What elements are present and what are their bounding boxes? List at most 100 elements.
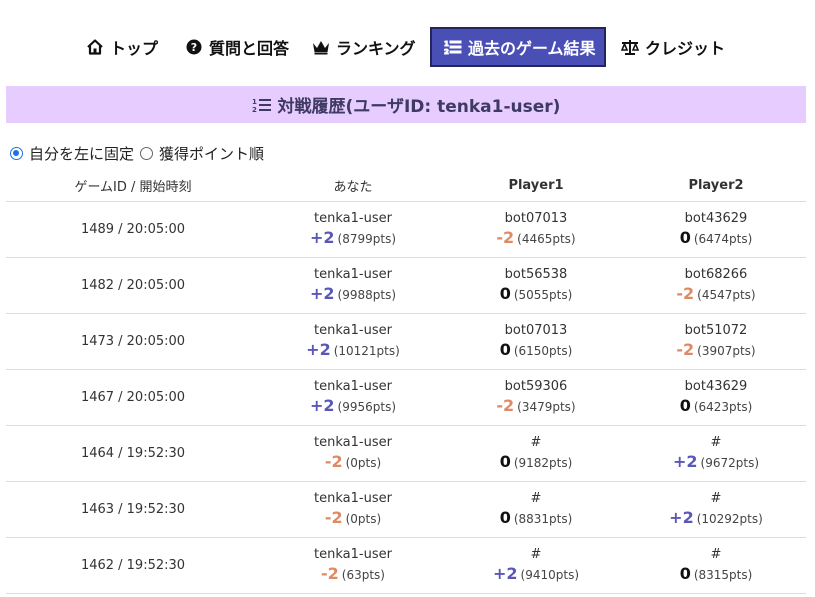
nav-item-top[interactable]: トップ	[86, 27, 158, 67]
cell-you: tenka1-user +2 (9988pts)	[260, 266, 446, 305]
score-line: +2 (9988pts)	[310, 284, 396, 305]
cell-player2: #0 (8315pts)	[626, 546, 806, 585]
player-name[interactable]: bot07013	[505, 210, 568, 228]
question-circle-icon: ?	[185, 38, 203, 56]
score-value: +2	[492, 564, 518, 583]
cell-player2: bot51072 -2 (3907pts)	[626, 322, 806, 361]
score-value: +2	[672, 452, 698, 471]
points-value: (63pts)	[341, 568, 385, 582]
score-line: 0 (8831pts)	[500, 508, 573, 529]
points-value: (6150pts)	[513, 344, 573, 358]
crown-icon	[312, 38, 330, 56]
nav-item-faq[interactable]: ? 質問と回答	[185, 27, 289, 67]
nav-item-label: ランキング	[336, 39, 416, 58]
player-name[interactable]: bot07013	[505, 322, 568, 340]
table-row: 1473 / 20:05:00 tenka1-user +2 (10121pts) bo…	[6, 314, 806, 370]
radio-label: 自分を左に固定	[29, 144, 135, 163]
points-value: (9988pts)	[337, 288, 397, 302]
game-id-time: 1462 / 19:52:30	[80, 558, 186, 573]
cell-you: tenka1-user +2 (8799pts)	[260, 210, 446, 249]
score-line: -2 (0pts)	[325, 452, 381, 473]
player-name[interactable]: bot59306	[505, 378, 568, 396]
score-line: -2 (3907pts)	[676, 340, 755, 361]
table-row: 1462 / 19:52:30 tenka1-user -2 (63pts) # +2 (9…	[6, 538, 806, 594]
score-line: +2 (9410pts)	[493, 564, 579, 585]
score-value: 0	[679, 564, 691, 583]
player-name: tenka1-user	[314, 491, 392, 506]
player-name[interactable]: #	[711, 546, 722, 564]
player-name[interactable]: #	[531, 434, 542, 452]
score-line: +2 (10292pts)	[669, 508, 763, 529]
player-name[interactable]: #	[711, 490, 722, 508]
score-value: -2	[676, 340, 695, 359]
score-value: -2	[321, 564, 339, 583]
points-value: (4547pts)	[697, 288, 756, 302]
ordered-list-icon: 12	[444, 38, 462, 56]
cell-you: tenka1-user +2 (9956pts)	[260, 378, 446, 417]
radio-selected-icon	[10, 146, 23, 160]
radio-unselected-icon	[140, 146, 154, 160]
nav-item-credit[interactable]: クレジット	[621, 27, 725, 67]
score-value: +2	[309, 284, 335, 303]
player-name[interactable]: #	[711, 434, 722, 452]
player-name: tenka1-user	[314, 211, 392, 226]
player-name[interactable]: #	[531, 490, 542, 508]
points-value: (10121pts)	[333, 344, 400, 358]
points-value: (5055pts)	[513, 288, 573, 302]
score-line: +2 (8799pts)	[310, 228, 396, 249]
player-name: tenka1-user	[314, 547, 392, 562]
cell-player1: #0 (8831pts)	[446, 490, 626, 529]
player-name[interactable]: bot56538	[505, 266, 568, 284]
scale-icon	[621, 38, 639, 56]
score-value: -2	[676, 284, 695, 303]
score-line: +2 (9956pts)	[310, 396, 396, 417]
ordered-list-icon: 12	[252, 96, 272, 114]
cell-player2: bot68266 -2 (4547pts)	[626, 266, 806, 305]
points-value: (4465pts)	[517, 232, 576, 246]
nav-item-label: 過去のゲーム結果	[468, 39, 596, 58]
sort-radio-fix-left[interactable]: 自分を左に固定	[10, 143, 134, 164]
table-header: ゲームID / 開始時刻 あなた Player1 Player2	[6, 170, 806, 202]
cell-you: tenka1-user -2 (63pts)	[260, 546, 446, 585]
nav-item-history[interactable]: 12 過去のゲーム結果	[430, 27, 606, 67]
player-name[interactable]: bot68266	[685, 266, 748, 284]
player-name[interactable]: bot43629	[685, 378, 748, 396]
cell-player1: #0 (9182pts)	[446, 434, 626, 473]
score-line: -2 (4547pts)	[676, 284, 755, 305]
nav-item-label: 質問と回答	[209, 39, 290, 58]
score-value: 0	[499, 508, 511, 527]
cell-player2: # +2 (10292pts)	[626, 490, 806, 529]
nav-item-ranking[interactable]: ランキング	[312, 27, 416, 67]
points-value: (6474pts)	[693, 232, 753, 246]
game-id-time: 1473 / 20:05:00	[80, 334, 186, 349]
cell-player1: bot59306 -2 (3479pts)	[446, 378, 626, 417]
cell-you: tenka1-user -2 (0pts)	[260, 490, 446, 529]
points-value: (10292pts)	[696, 512, 763, 526]
header-you: あなた	[333, 180, 373, 195]
game-id-time: 1463 / 19:52:30	[80, 502, 186, 517]
player-name[interactable]: bot51072	[685, 322, 748, 340]
score-line: 0 (6423pts)	[680, 396, 753, 417]
svg-text:?: ?	[191, 41, 197, 54]
table-row: 1463 / 19:52:30 tenka1-user -2 (0pts) #0 (883…	[6, 482, 806, 538]
top-nav: トップ ? 質問と回答 ランキング 12 過去のゲーム結果 クレジット	[0, 27, 815, 67]
points-value: (9410pts)	[520, 568, 580, 582]
score-value: -2	[324, 452, 343, 471]
score-value: 0	[499, 452, 511, 471]
points-value: (0pts)	[345, 512, 382, 526]
svg-text:2: 2	[444, 48, 449, 55]
sort-radio-points[interactable]: 獲得ポイント順	[140, 143, 264, 164]
table-row: 1464 / 19:52:30 tenka1-user -2 (0pts) #0 (918…	[6, 426, 806, 482]
header-player1: Player1	[508, 178, 564, 193]
svg-text:1: 1	[252, 98, 257, 106]
score-value: +2	[306, 340, 331, 359]
score-value: -2	[496, 228, 515, 247]
player-name: tenka1-user	[314, 435, 392, 450]
cell-player2: bot43629 0 (6423pts)	[626, 378, 806, 417]
player-name[interactable]: bot43629	[685, 210, 748, 228]
cell-you: tenka1-user +2 (10121pts)	[260, 322, 446, 361]
points-value: (8799pts)	[337, 232, 397, 246]
player-name[interactable]: #	[531, 546, 542, 564]
score-line: 0 (6474pts)	[680, 228, 753, 249]
points-value: (8831pts)	[513, 512, 573, 526]
